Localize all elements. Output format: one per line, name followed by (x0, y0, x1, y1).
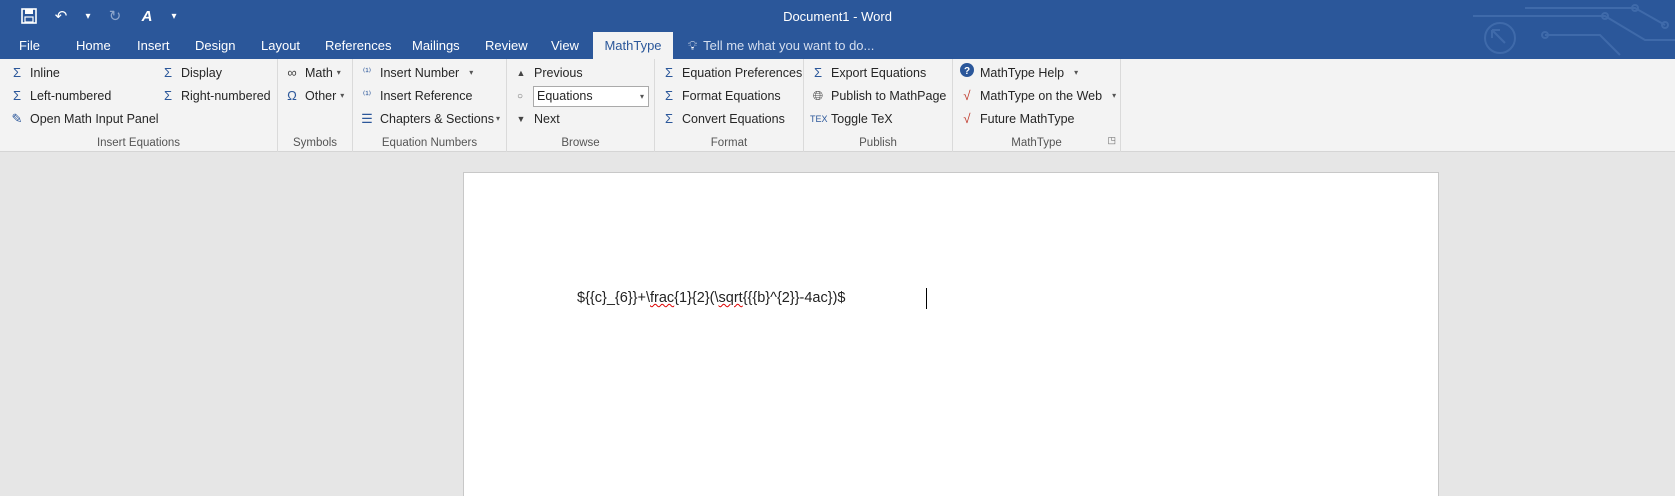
tell-me-search[interactable]: 💡︎ Tell me what you want to do... (688, 32, 874, 59)
right-numbered-button[interactable]: Σ Right-numbered (160, 86, 271, 106)
document-paragraph[interactable]: ${{c}_{6}}+\frac{1}{2}(\sqrt{{{b}^{2}}-4… (577, 290, 845, 306)
tab-references[interactable]: References (319, 32, 397, 59)
document-page[interactable]: ${{c}_{6}}+\frac{1}{2}(\sqrt{{{b}^{2}}-4… (463, 172, 1439, 496)
chevron-down-icon: ▾ (469, 68, 474, 77)
future-icon: √ (963, 111, 971, 126)
group-mathtype: ? MathType Help ▾ √ MathType on the Web ▾ √ F… (953, 59, 1121, 152)
insert-reference-button[interactable]: ⁽¹⁾ Insert Reference (359, 86, 473, 106)
reference-icon: ⁽¹⁾ (362, 90, 372, 101)
group-label: Equation Numbers (381, 137, 478, 149)
tab-mathtype[interactable]: MathType (593, 32, 673, 59)
tex-icon: TEX (810, 114, 828, 124)
globe-icon: 🌐︎ (812, 88, 824, 103)
mathtype-on-the-web-button[interactable]: √ MathType on the Web ▾ (959, 86, 1116, 106)
previous-button[interactable]: ▲ Previous (513, 63, 583, 83)
tab-design[interactable]: Design (189, 32, 241, 59)
browse-type-select[interactable]: Equations ▾ (533, 86, 649, 107)
tab-layout[interactable]: Layout (255, 32, 306, 59)
group-publish: Σ Export Equations 🌐︎ Publish to MathPage … (804, 59, 953, 152)
chevron-down-icon: ▾ (495, 114, 500, 123)
export-equations-button[interactable]: Σ Export Equations (810, 63, 926, 83)
tab-mailings[interactable]: Mailings (406, 32, 466, 59)
text-cursor (926, 288, 927, 309)
group-label: Publish (859, 137, 897, 149)
format-equations-button[interactable]: Σ Format Equations (661, 86, 781, 106)
chevron-down-icon: ▾ (1112, 91, 1117, 100)
sigma-display-icon: Σ (163, 65, 173, 80)
insert-number-button[interactable]: ⁽¹⁾ Insert Number ▾ (359, 63, 473, 83)
sigma-right-icon: Σ (163, 88, 173, 103)
inline-button[interactable]: Σ Inline (9, 63, 60, 83)
infinity-icon: ∞ (287, 65, 297, 80)
circuit-decoration (1473, 4, 1675, 56)
tab-file[interactable]: File (13, 32, 46, 59)
chevron-down-icon: ▾ (336, 68, 341, 77)
lightbulb-icon: 💡︎ (688, 38, 698, 53)
group-label: MathType (1011, 137, 1062, 149)
group-insert-equations: Σ Inline Σ Left-numbered ✎ Open Math Input … (0, 59, 278, 152)
group-format: Σ Equation Preferences Σ Format Equations … (655, 59, 804, 152)
left-numbered-button[interactable]: Σ Left-numbered (9, 86, 111, 106)
preferences-icon: Σ (664, 65, 674, 80)
group-equation-numbers: ⁽¹⁾ Insert Number ▾ ⁽¹⁾ Insert Reference ☰ C… (353, 59, 507, 152)
help-icon: ? (959, 63, 975, 83)
tell-me-placeholder: Tell me what you want to do... (703, 38, 875, 53)
equation-preferences-button[interactable]: Σ Equation Preferences (661, 63, 802, 83)
pen-icon: ✎ (11, 111, 23, 126)
other-symbols-button[interactable]: Ω Other ▾ (284, 86, 344, 106)
tab-home[interactable]: Home (70, 32, 117, 59)
tab-view[interactable]: View (545, 32, 585, 59)
group-label: Format (710, 137, 748, 149)
chevron-down-icon: ▾ (639, 92, 644, 101)
math-symbols-button[interactable]: ∞ Math ▾ (284, 63, 341, 83)
group-label: Symbols (292, 137, 338, 149)
chevron-down-icon: ▾ (1074, 68, 1079, 77)
list-icon: ☰ (361, 111, 373, 126)
group-label: Insert Equations (96, 137, 181, 149)
svg-text:?: ? (964, 66, 970, 77)
web-icon: √ (963, 88, 971, 103)
dialog-launcher-icon[interactable]: ◳ (1107, 135, 1116, 146)
up-arrow-icon: ▲ (516, 68, 526, 78)
tab-review[interactable]: Review (479, 32, 534, 59)
convert-icon: Σ (664, 111, 674, 126)
radio-icon: ○ (517, 91, 524, 102)
open-math-input-panel-button[interactable]: ✎ Open Math Input Panel (9, 109, 159, 129)
tab-insert[interactable]: Insert (131, 32, 176, 59)
display-button[interactable]: Σ Display (160, 63, 222, 83)
group-symbols: ∞ Math ▾ Ω Other ▾ Symbols (278, 59, 353, 152)
ribbon: Σ Inline Σ Left-numbered ✎ Open Math Input … (0, 59, 1675, 152)
toggle-tex-button[interactable]: TEX Toggle TeX (810, 109, 893, 129)
group-label: Browse (561, 137, 600, 149)
number-icon: ⁽¹⁾ (362, 67, 372, 78)
sigma-left-icon: Σ (12, 88, 22, 103)
export-icon: Σ (813, 65, 823, 80)
omega-icon: Ω (287, 88, 297, 103)
chevron-down-icon: ▾ (340, 91, 345, 100)
mathtype-help-button[interactable]: ? MathType Help ▾ (959, 63, 1078, 83)
chapters-sections-button[interactable]: ☰ Chapters & Sections ▾ (359, 109, 500, 129)
future-mathtype-button[interactable]: √ Future MathType (959, 109, 1074, 129)
down-arrow-icon: ▼ (516, 114, 526, 124)
convert-equations-button[interactable]: Σ Convert Equations (661, 109, 785, 129)
sigma-icon: Σ (12, 65, 22, 80)
publish-to-mathpage-button[interactable]: 🌐︎ Publish to MathPage (810, 86, 947, 106)
next-button[interactable]: ▼ Next (513, 109, 560, 129)
format-icon: Σ (664, 88, 674, 103)
